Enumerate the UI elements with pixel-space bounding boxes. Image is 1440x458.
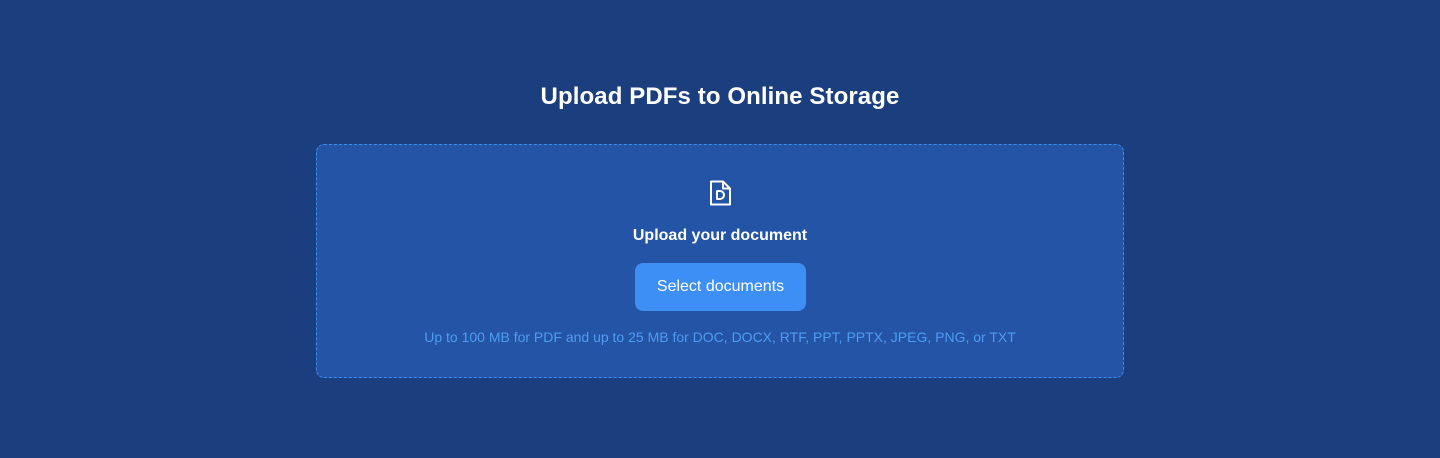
- document-icon: [708, 179, 734, 207]
- upload-heading: Upload your document: [632, 227, 808, 244]
- page-title: Upload PDFs to Online Storage: [540, 83, 900, 110]
- select-documents-button[interactable]: Select documents: [635, 263, 806, 311]
- upload-dropzone[interactable]: Upload your document Select documents Up…: [316, 144, 1124, 378]
- file-size-limits: Up to 100 MB for PDF and up to 25 MB for…: [424, 329, 1016, 345]
